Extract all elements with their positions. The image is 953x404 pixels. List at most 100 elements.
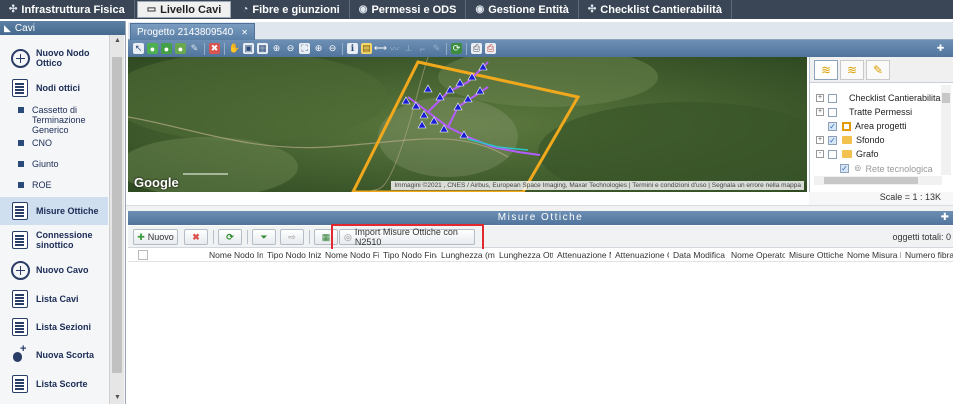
export-button[interactable]: ⇨ — [280, 229, 304, 245]
layer-checkbox-checked[interactable]: ✓ — [840, 164, 849, 173]
layer-grafo[interactable]: - Grafo — [816, 149, 879, 159]
expand-icon[interactable]: + — [816, 108, 824, 116]
nav-infrastruttura-fisica[interactable]: ✣ Infrastruttura Fisica — [0, 0, 135, 19]
column-header[interactable]: Lunghezza Otti — [495, 250, 553, 260]
tab-legend[interactable]: ≋ — [840, 59, 864, 80]
layer-icon[interactable]: ▤ — [361, 43, 372, 54]
measure-angle-icon[interactable]: ⌐ — [417, 43, 428, 54]
expand-icon[interactable]: + — [816, 94, 824, 102]
nav-livello-cavi[interactable]: ▭ Livello Cavi — [136, 1, 232, 18]
layer-checkbox-checked[interactable]: ✓ — [828, 135, 837, 145]
entity-icon: ◉ — [475, 4, 485, 15]
nav-checklist-cantierabilita[interactable]: ✣ Checklist Cantierabilità — [579, 0, 732, 19]
column-header[interactable]: Data Modifica — [669, 250, 727, 260]
sidebar-scrollbar[interactable]: ▲ ▼ — [109, 35, 124, 404]
square-bullet-icon — [18, 140, 24, 146]
green-node-icon[interactable]: ● — [147, 43, 158, 54]
layer-sfondo[interactable]: + ✓ Sfondo — [816, 135, 885, 145]
map-attribution[interactable]: Immagini ©2021 , CNES / Airbus, European… — [391, 181, 804, 190]
column-header[interactable]: Nome Operator — [727, 250, 785, 260]
layers-vscroll[interactable] — [941, 85, 951, 175]
sidebar-item-cassetto[interactable]: Cassetto di Terminazione Generico — [18, 105, 108, 135]
column-header[interactable]: Nome Nodo Fin — [321, 250, 379, 260]
column-header[interactable]: Attenuazione O — [611, 250, 669, 260]
print-icon[interactable]: ⎙ — [471, 43, 482, 54]
zoom-next-icon[interactable]: ⊖ — [327, 43, 338, 54]
column-header[interactable]: Misure Ottiche N — [785, 250, 843, 260]
layer-checklist[interactable]: + Checklist Cantierabilita' — [816, 93, 942, 103]
sidebar-item-misure-ottiche[interactable]: Misure Ottiche — [0, 197, 108, 225]
sidebar-item-nodi-ottici[interactable]: Nodi ottici — [0, 77, 108, 99]
collapse-icon[interactable]: - — [816, 150, 824, 158]
delete-feature-icon[interactable]: ✖ — [209, 43, 220, 54]
project-tab-bar: Progetto 2143809540 ✕ — [128, 22, 953, 40]
layers-hscroll[interactable] — [814, 176, 942, 185]
column-header[interactable]: Nome Misura In — [843, 250, 901, 260]
refresh-map-icon[interactable]: ⟳ — [451, 43, 462, 54]
sidebar-item-nuova-scorta[interactable]: Nuova Scorta — [0, 342, 108, 368]
column-header[interactable]: Attenuazione M — [553, 250, 611, 260]
green-node-add-icon[interactable]: ● — [161, 43, 172, 54]
map-canvas — [128, 57, 807, 192]
column-header[interactable]: Tipo Nodo Final — [379, 250, 437, 260]
snap-icon[interactable]: ● — [175, 43, 186, 54]
document-list-icon — [12, 79, 28, 97]
column-header[interactable]: Lunghezza (m) — [437, 250, 495, 260]
column-header[interactable]: Tipo Nodo Inizia — [263, 250, 321, 260]
select-arrow-icon[interactable]: ↖ — [133, 43, 144, 54]
layer-checkbox[interactable] — [828, 149, 837, 159]
sidebar-item-lista-scorte[interactable]: Lista Scorte — [0, 371, 108, 397]
layer-tratte-permessi[interactable]: + Tratte Permessi — [816, 107, 912, 117]
sidebar-item-roe[interactable]: ROE — [18, 180, 108, 190]
sidebar-item-giunto[interactable]: Giunto — [18, 159, 108, 169]
column-header[interactable]: Nome Nodo Iniz — [205, 250, 263, 260]
info-icon[interactable]: ℹ — [347, 43, 358, 54]
nav-fibre-e-giunzioni[interactable]: ◔ Fibre e giunzioni — [233, 0, 350, 19]
scroll-down-icon[interactable]: ▼ — [110, 392, 125, 404]
close-icon[interactable]: ✕ — [241, 28, 248, 37]
layer-checkbox[interactable] — [828, 107, 837, 117]
layer-checkbox[interactable] — [828, 93, 837, 103]
refresh-button[interactable]: ⟳ — [218, 229, 242, 245]
select-all-checkbox[interactable] — [138, 250, 148, 260]
sidebar-item-lista-sezioni[interactable]: Lista Sezioni — [0, 314, 108, 340]
export-pdf-icon[interactable]: ⎙ — [485, 43, 496, 54]
sidebar-item-connessione-sinottico[interactable]: Connessione sinottico — [0, 226, 108, 254]
square-bullet-icon — [18, 161, 24, 167]
expand-icon[interactable]: + — [816, 136, 824, 144]
zoom-out-icon[interactable]: ⊖ — [285, 43, 296, 54]
zoom-box-icon[interactable]: ▦ — [257, 43, 268, 54]
scroll-up-icon[interactable]: ▲ — [110, 35, 125, 47]
misure-ottiche-header: Misure Ottiche ✚ — [128, 211, 953, 225]
ruler-icon[interactable]: ⟂ — [403, 43, 414, 54]
measure-area-icon[interactable]: 〰 — [389, 43, 400, 54]
satellite-map[interactable]: Google Immagini ©2021 , CNES / Airbus, E… — [128, 57, 807, 192]
delete-button[interactable]: ✖ — [184, 229, 208, 245]
sidebar-item-nuovo-cavo[interactable]: Nuovo Cavo — [0, 257, 108, 283]
tab-progetto[interactable]: Progetto 2143809540 ✕ — [130, 23, 255, 40]
layer-checkbox-checked[interactable]: ✓ — [828, 121, 837, 131]
layer-area-progetti[interactable]: ✓ Area progetti — [828, 121, 907, 131]
new-button[interactable]: ✚ Nuovo — [133, 229, 178, 245]
full-extent-icon[interactable]: ⛶ — [299, 43, 310, 54]
column-header[interactable]: Numero fibra — [901, 250, 953, 260]
tab-layers[interactable]: ≋ — [814, 59, 838, 80]
nav-gestione-entita[interactable]: ◉ Gestione Entità — [466, 0, 579, 19]
nav-permessi-e-ods[interactable]: ◉ Permessi e ODS — [350, 0, 467, 19]
measure-icon[interactable]: ⟷ — [374, 43, 387, 54]
expand-plus-icon[interactable]: ✚ — [935, 43, 946, 54]
sidebar-item-lista-cavi[interactable]: Lista Cavi — [0, 286, 108, 312]
clear-measure-icon[interactable]: ✎ — [431, 43, 442, 54]
hand-pan-icon[interactable]: ✋ — [229, 43, 240, 54]
expand-plus-icon[interactable]: ✚ — [941, 211, 949, 225]
sidebar-scroll-thumb[interactable] — [112, 57, 122, 373]
sidebar-item-cno[interactable]: CNO — [18, 138, 108, 148]
tab-edit[interactable]: ✎ — [866, 59, 890, 80]
filter-button[interactable]: ⏷ — [252, 229, 276, 245]
edit-pencil-icon[interactable]: ✎ — [189, 43, 200, 54]
zoom-extent-icon[interactable]: ▣ — [243, 43, 254, 54]
zoom-in-icon[interactable]: ⊕ — [271, 43, 282, 54]
layer-rete-tecnologica[interactable]: ✓ ⊚ Rete tecnologica — [840, 163, 933, 174]
zoom-previous-icon[interactable]: ⊕ — [313, 43, 324, 54]
sidebar-item-nuovo-nodo-ottico[interactable]: Nuovo Nodo Ottico — [0, 45, 108, 71]
